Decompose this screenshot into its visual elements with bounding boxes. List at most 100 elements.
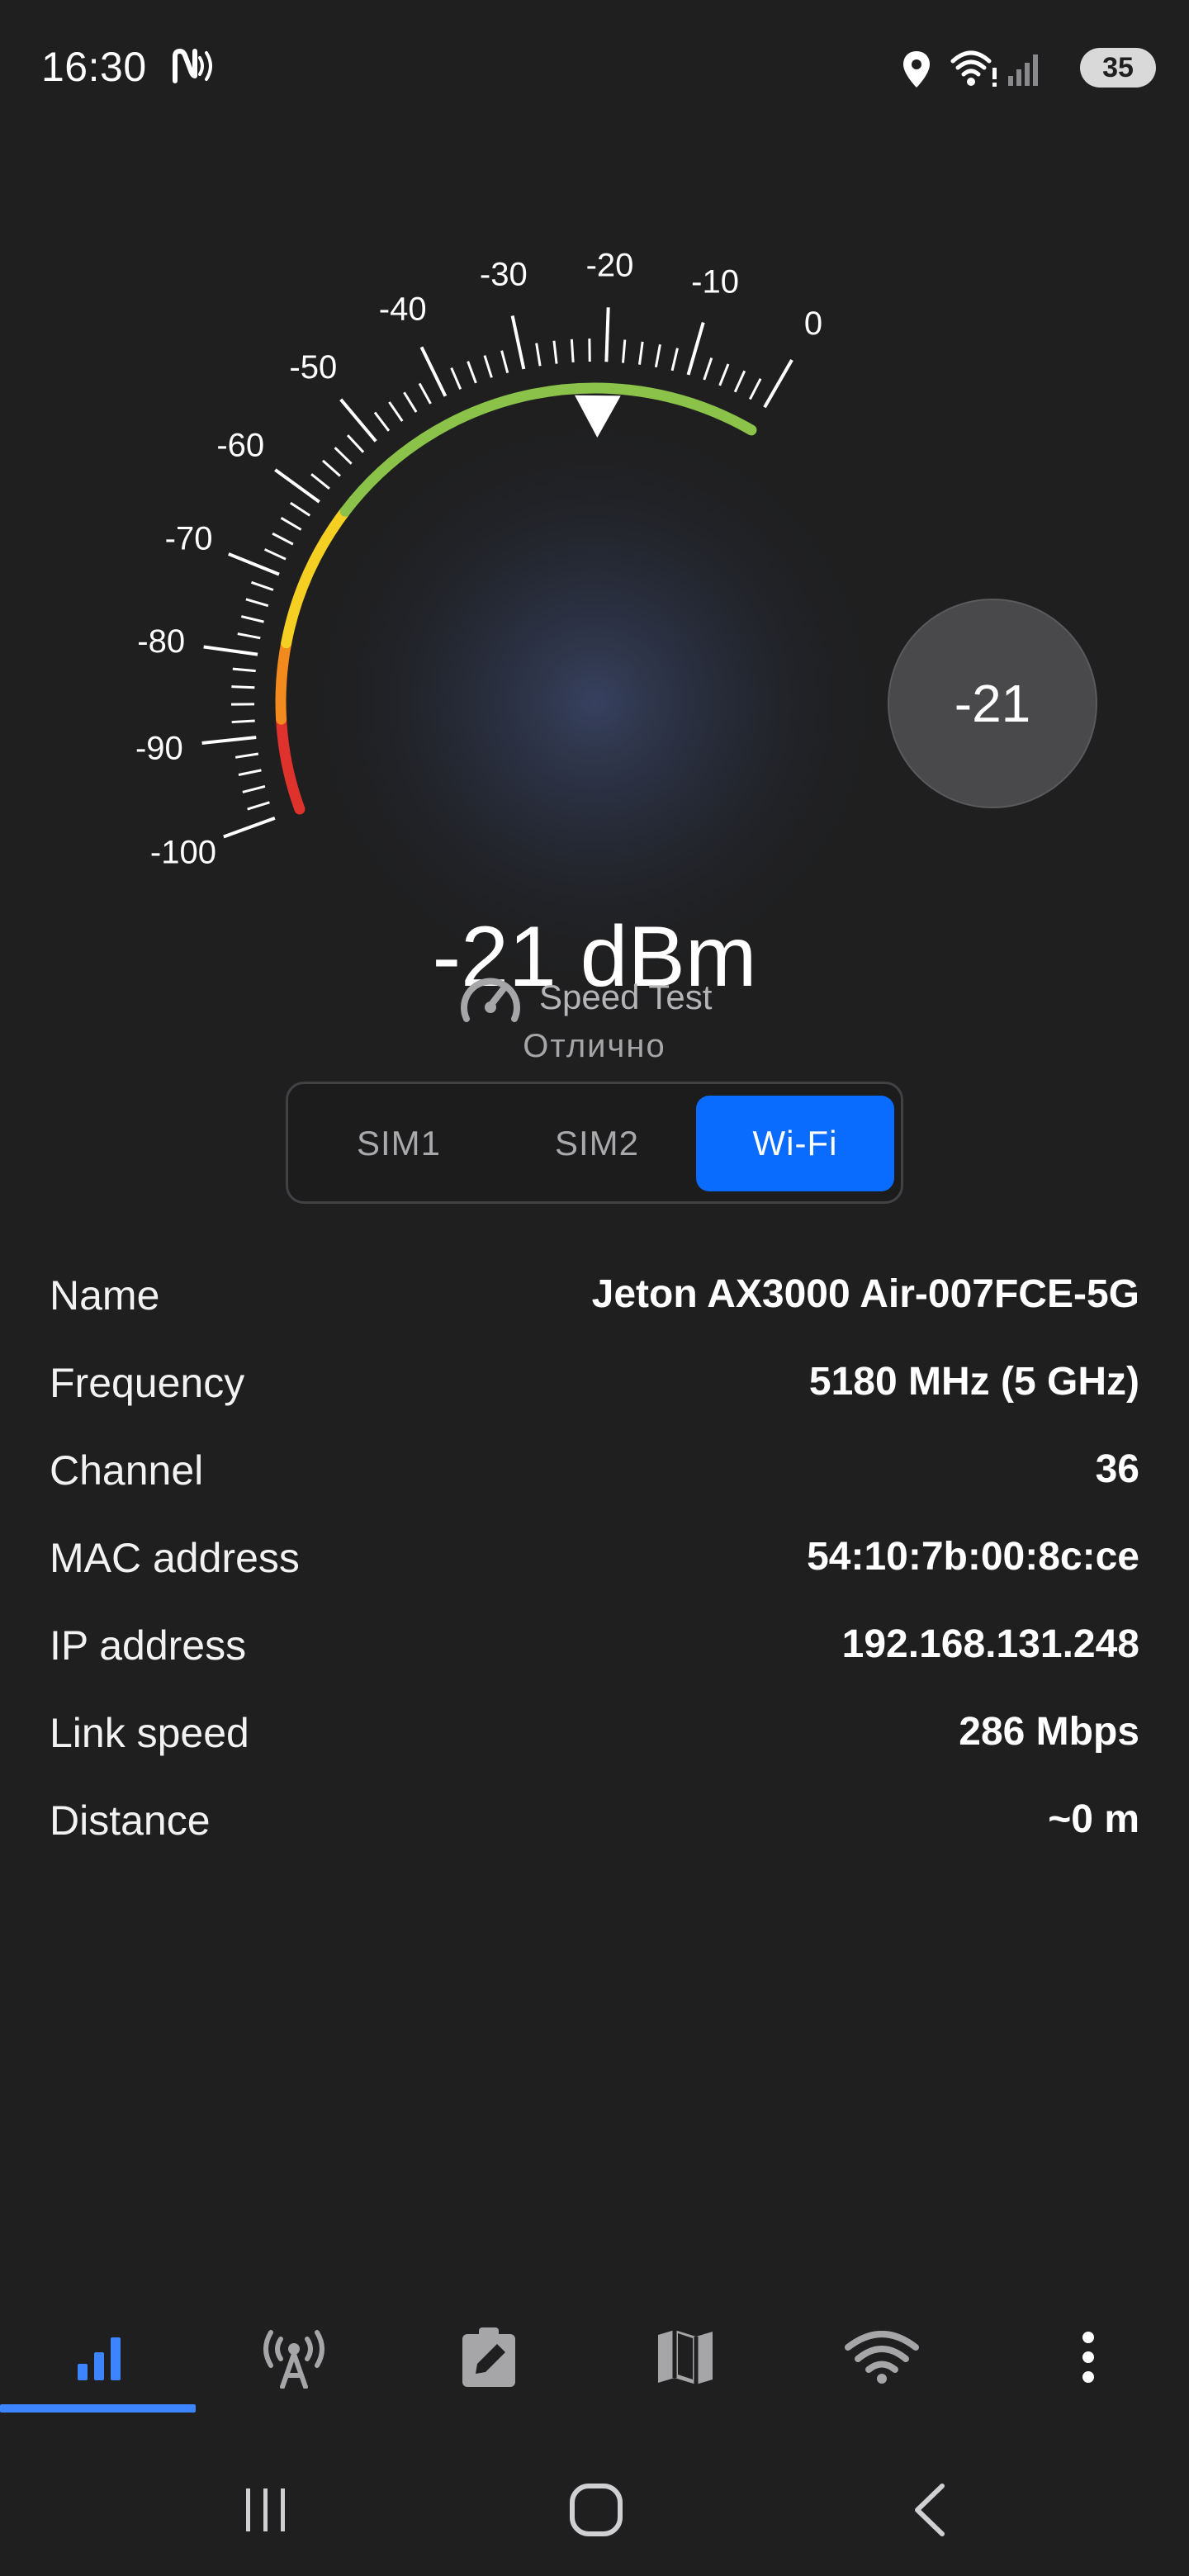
map-icon [658, 2330, 713, 2384]
nav-more[interactable] [991, 2295, 1186, 2419]
info-label: Link speed [50, 1710, 249, 1756]
gauge-minor-tick [290, 501, 311, 517]
gauge-scale-label: -10 [691, 264, 739, 301]
gauge-scale-label: -50 [289, 349, 337, 386]
status-icons: 35 [892, 41, 1156, 91]
wifi-icon [845, 2331, 919, 2384]
gauge-minor-tick [247, 801, 270, 811]
reading-bubble: -21 [888, 599, 1097, 808]
connection-type-tabs: SIM1 SIM2 Wi-Fi [286, 1082, 903, 1204]
tab-sim1[interactable]: SIM1 [300, 1096, 498, 1191]
gauge-arc-orange [275, 637, 292, 725]
status-bar: 16:30 35 [0, 0, 1189, 132]
info-value: 5180 MHz (5 GHz) [808, 1360, 1139, 1404]
gauge-major-tick [203, 645, 258, 656]
gauge-scale-label: -60 [216, 427, 264, 463]
signal-bars-icon [78, 2337, 121, 2380]
gauge-minor-tick [232, 667, 256, 673]
cellular-signal-icon [1008, 54, 1038, 86]
gauge-minor-tick [245, 598, 269, 608]
gauge-minor-tick [483, 355, 493, 378]
gauge-scale-label: -70 [165, 520, 213, 556]
gauge-major-tick [223, 817, 276, 839]
home-button[interactable] [547, 2469, 646, 2551]
gauge-major-tick [228, 552, 280, 576]
gauge-minor-tick [240, 615, 264, 623]
gauge-scale-label: -90 [135, 730, 183, 766]
home-icon [570, 2484, 623, 2536]
app-screen: 16:30 35 -100 -90 -80 -70 -60 -50 -40 -3… [0, 0, 1189, 2576]
more-vert-icon [1082, 2332, 1094, 2383]
gauge-minor-tick [334, 447, 353, 465]
nav-map[interactable] [588, 2295, 783, 2419]
gauge-minor-tick [280, 517, 302, 531]
nav-wifi[interactable] [784, 2295, 979, 2419]
signal-gauge: -100 -90 -80 -70 -60 -50 -40 -30 -20 -10 0 -21 -21… [0, 215, 1189, 1064]
gauge-minor-tick [310, 473, 330, 490]
tab-wifi[interactable]: Wi-Fi [696, 1096, 894, 1191]
back-button[interactable] [880, 2469, 979, 2551]
gauge-minor-tick [467, 361, 477, 384]
gauge-major-tick [419, 346, 448, 397]
gauge-minor-tick [237, 632, 261, 640]
gauge-major-tick [604, 307, 610, 362]
gauge-minor-tick [234, 752, 259, 759]
nav-signal[interactable] [2, 2295, 197, 2419]
info-row-mac-address: MAC address 54:10:7b:00:8c:ce [50, 1518, 1139, 1605]
gauge-minor-tick [231, 719, 255, 724]
battery-badge: 35 [1080, 48, 1156, 88]
gauge-minor-tick [346, 434, 365, 453]
gauge-scale-label: -40 [379, 291, 427, 328]
gauge-minor-tick [238, 769, 262, 776]
gauge-minor-tick [418, 382, 432, 405]
gauge-minor-tick [272, 532, 294, 546]
info-value: 36 [1095, 1447, 1139, 1491]
gauge-minor-tick [621, 339, 627, 363]
status-time: 16:30 [41, 44, 147, 90]
gauge-minor-tick [321, 459, 341, 477]
connection-info: Name Jeton AX3000 Air-007FCE-5G Frequenc… [50, 1255, 1139, 1868]
nfc-icon [173, 49, 212, 83]
info-value: Jeton AX3000 Air-007FCE-5G [591, 1272, 1139, 1316]
gauge-minor-tick [250, 580, 274, 591]
nav-notes[interactable] [391, 2295, 586, 2419]
back-icon [915, 2484, 945, 2536]
info-label: Channel [50, 1447, 204, 1494]
gauge-major-tick [339, 398, 377, 443]
gauge-scale-label: -100 [150, 834, 216, 870]
gauge-minor-tick [552, 340, 558, 364]
wifi-icon [950, 50, 997, 87]
gauge-minor-tick [535, 343, 542, 367]
speed-test-button[interactable]: Speed Test [458, 964, 712, 1030]
gauge-major-tick [763, 359, 793, 409]
recent-apps-icon [246, 2488, 285, 2531]
gauge-minor-tick [500, 350, 509, 374]
gauge-major-tick [201, 736, 257, 745]
info-row-frequency: Frequency 5180 MHz (5 GHz) [50, 1342, 1139, 1430]
gauge-minor-tick [733, 370, 746, 393]
info-label: MAC address [50, 1535, 300, 1581]
info-value: 54:10:7b:00:8c:ce [807, 1535, 1139, 1579]
info-value: ~0 m [1048, 1797, 1139, 1841]
gauge-arc-red [276, 713, 306, 815]
gauge-minor-tick [263, 548, 287, 561]
speedometer-icon [461, 978, 520, 1022]
gauge-minor-tick [670, 348, 679, 372]
info-row-ip-address: IP address 192.168.131.248 [50, 1605, 1139, 1693]
gauge-scale-label: 0 [804, 305, 822, 342]
bottom-navigation [0, 2295, 1189, 2419]
cell-tower-icon [263, 2330, 324, 2389]
nav-cell-towers[interactable] [197, 2295, 391, 2419]
gauge-major-tick [510, 315, 526, 370]
gauge-minor-tick [638, 341, 644, 365]
info-row-channel: Channel 36 [50, 1430, 1139, 1518]
info-row-link-speed: Link speed 286 Mbps [50, 1693, 1139, 1780]
info-row-name: Name Jeton AX3000 Air-007FCE-5G [50, 1255, 1139, 1342]
gauge-minor-tick [654, 343, 661, 368]
recent-apps-button[interactable] [216, 2469, 315, 2551]
tab-sim2[interactable]: SIM2 [498, 1096, 696, 1191]
gauge-scale-label: -30 [480, 257, 528, 293]
info-value: 192.168.131.248 [841, 1622, 1139, 1666]
gauge-minor-tick [703, 357, 713, 381]
gauge-scale-label: -80 [137, 623, 185, 660]
